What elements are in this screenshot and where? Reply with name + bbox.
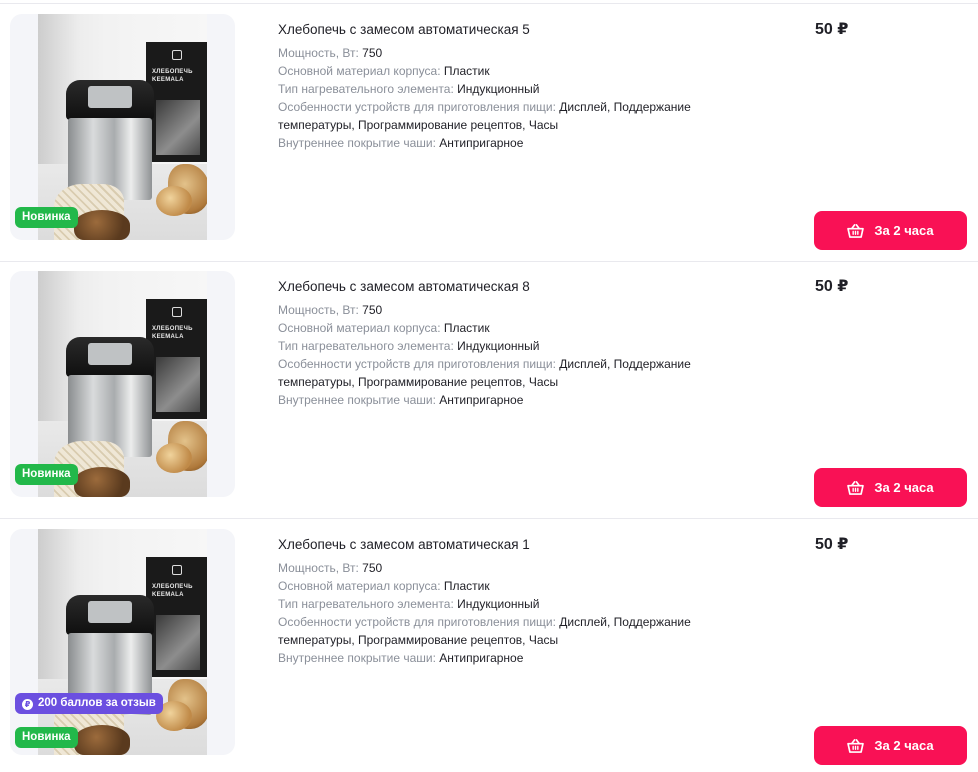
spec-value: Индукционный — [457, 339, 540, 353]
spec-value: Пластик — [443, 579, 490, 593]
new-badge: Новинка — [15, 464, 78, 485]
spec-row: Мощность, Вт: 750 — [278, 559, 798, 577]
buy-button-label: За 2 часа — [874, 480, 934, 495]
packaging-box: ХЛЕБОПЕЧЬ KEEMALA — [146, 42, 207, 162]
points-badge: ₽200 баллов за отзыв — [15, 693, 163, 714]
buy-button[interactable]: За 2 часа — [814, 211, 967, 250]
spec-row: Мощность, Вт: 750 — [278, 44, 798, 62]
spec-label: Основной материал корпуса: — [278, 64, 444, 78]
spec-label: Особенности устройств для приготовления … — [278, 357, 560, 371]
spec-row: Внутреннее покрытие чаши: Антипригарное — [278, 134, 798, 152]
buy-button-label: За 2 часа — [874, 738, 934, 753]
spec-row: Основной материал корпуса: Пластик — [278, 577, 798, 595]
spec-label: Особенности устройств для приготовления … — [278, 100, 560, 114]
product-title[interactable]: Хлебопечь с замесом автоматическая 5 — [278, 21, 798, 39]
new-badge: Новинка — [15, 207, 78, 228]
spec-row: Основной материал корпуса: Пластик — [278, 319, 798, 337]
new-badge: Новинка — [15, 727, 78, 748]
brand-logo-icon — [172, 307, 182, 317]
product-info: Хлебопечь с замесом автоматическая 8 Мощ… — [278, 278, 798, 409]
spec-row: Мощность, Вт: 750 — [278, 301, 798, 319]
spec-value: Антипригарное — [439, 651, 524, 665]
spec-value: Пластик — [443, 321, 490, 335]
coin-icon: ₽ — [22, 699, 33, 710]
packaging-box: ХЛЕБОПЕЧЬ KEEMALA — [146, 557, 207, 677]
product-price: 50 ₽ — [815, 21, 849, 38]
spec-row: Основной материал корпуса: Пластик — [278, 62, 798, 80]
spec-value: Индукционный — [457, 82, 540, 96]
spec-label: Внутреннее покрытие чаши: — [278, 651, 440, 665]
shopping-basket-icon — [847, 480, 865, 495]
spec-label: Особенности устройств для приготовления … — [278, 615, 560, 629]
spec-label: Мощность, Вт: — [278, 303, 363, 317]
spec-row: Внутреннее покрытие чаши: Антипригарное — [278, 649, 798, 667]
product-price: 50 ₽ — [815, 278, 849, 295]
spec-label: Внутреннее покрытие чаши: — [278, 393, 440, 407]
points-badge-label: 200 баллов за отзыв — [38, 697, 156, 709]
spec-value: 750 — [362, 46, 383, 60]
product-image[interactable]: ХЛЕБОПЕЧЬ KEEMALA — [10, 529, 235, 755]
product-title[interactable]: Хлебопечь с замесом автоматическая 8 — [278, 278, 798, 296]
packaging-box: ХЛЕБОПЕЧЬ KEEMALA — [146, 299, 207, 419]
spec-row: Особенности устройств для приготовления … — [278, 355, 798, 391]
spec-row: Особенности устройств для приготовления … — [278, 98, 798, 134]
spec-row: Тип нагревательного элемента: Индукционн… — [278, 337, 798, 355]
product-title[interactable]: Хлебопечь с замесом автоматическая 1 — [278, 536, 798, 554]
spec-value: Пластик — [443, 64, 490, 78]
product-info: Хлебопечь с замесом автоматическая 1 Мощ… — [278, 536, 798, 667]
brand-logo-icon — [172, 50, 182, 60]
spec-label: Основной материал корпуса: — [278, 579, 444, 593]
spec-value: Антипригарное — [439, 136, 524, 150]
shopping-basket-icon — [847, 738, 865, 753]
spec-row: Тип нагревательного элемента: Индукционн… — [278, 595, 798, 613]
buy-button[interactable]: За 2 часа — [814, 468, 967, 507]
spec-value: Антипригарное — [439, 393, 524, 407]
spec-label: Тип нагревательного элемента: — [278, 597, 458, 611]
spec-row: Внутреннее покрытие чаши: Антипригарное — [278, 391, 798, 409]
brand-logo-icon — [172, 565, 182, 575]
spec-row: Тип нагревательного элемента: Индукционн… — [278, 80, 798, 98]
spec-label: Мощность, Вт: — [278, 561, 363, 575]
buy-button-label: За 2 часа — [874, 223, 934, 238]
spec-label: Тип нагревательного элемента: — [278, 339, 458, 353]
product-card[interactable]: ХЛЕБОПЕЧЬ KEEMALA Новинка Хлебопечь с за… — [0, 4, 978, 262]
spec-value: 750 — [362, 561, 383, 575]
spec-value: Индукционный — [457, 597, 540, 611]
product-card[interactable]: ХЛЕБОПЕЧЬ KEEMALA Новинка Хлебопечь с за… — [0, 261, 978, 519]
spec-label: Внутреннее покрытие чаши: — [278, 136, 440, 150]
spec-row: Особенности устройств для приготовления … — [278, 613, 798, 649]
spec-value: 750 — [362, 303, 383, 317]
spec-label: Тип нагревательного элемента: — [278, 82, 458, 96]
product-photo: ХЛЕБОПЕЧЬ KEEMALA — [38, 529, 207, 755]
product-card[interactable]: ХЛЕБОПЕЧЬ KEEMALA Хлебопечь с замесом ав… — [0, 519, 978, 772]
buy-button[interactable]: За 2 часа — [814, 726, 967, 765]
product-price: 50 ₽ — [815, 536, 849, 553]
spec-label: Мощность, Вт: — [278, 46, 363, 60]
shopping-basket-icon — [847, 223, 865, 238]
spec-label: Основной материал корпуса: — [278, 321, 444, 335]
product-info: Хлебопечь с замесом автоматическая 5 Мощ… — [278, 21, 798, 152]
